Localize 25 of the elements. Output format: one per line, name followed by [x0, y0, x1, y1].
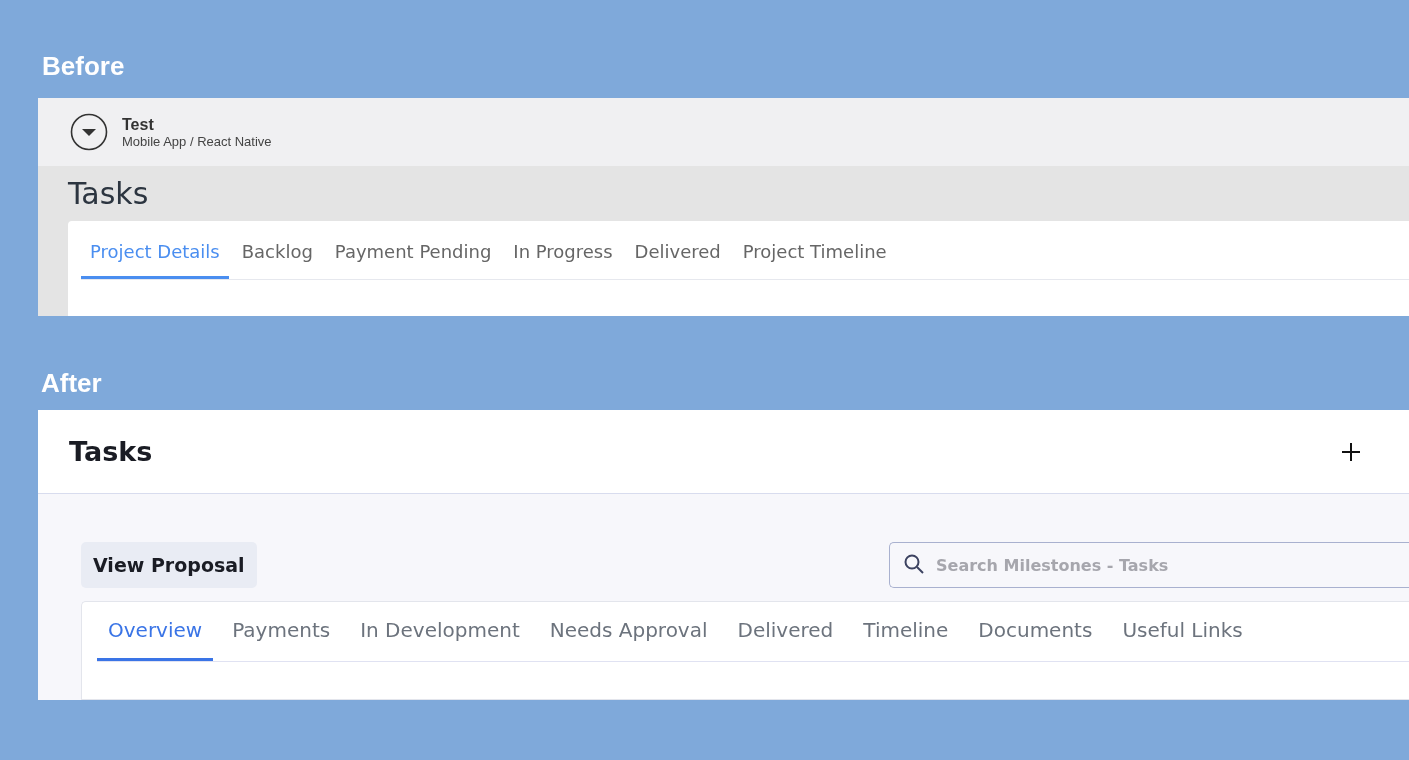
tab[interactable]: Overview [97, 608, 214, 661]
tab[interactable]: Timeline [852, 608, 960, 661]
page-title: Tasks [68, 176, 149, 211]
tab[interactable]: Project Details [81, 233, 229, 279]
tab[interactable]: In Progress [504, 233, 622, 279]
tab[interactable]: Payment Pending [325, 233, 501, 279]
tab[interactable]: Delivered [726, 608, 845, 661]
section-label: After [40, 366, 103, 400]
project-name: Test [122, 115, 155, 134]
project-path: Mobile App / React Native [122, 133, 272, 149]
view-proposal-button[interactable]: View Proposal [81, 542, 257, 588]
tab[interactable]: Delivered [625, 233, 730, 279]
search-icon [904, 554, 924, 574]
section-label: Before [41, 49, 126, 83]
tab[interactable]: Payments [221, 608, 342, 661]
search-field[interactable]: Search Milestones - Tasks [889, 542, 1409, 588]
tab[interactable]: Backlog [232, 233, 322, 279]
tab[interactable]: Documents [967, 608, 1104, 661]
tab[interactable]: In Development [349, 608, 531, 661]
tab[interactable]: Project Timeline [733, 233, 896, 279]
add-icon[interactable] [1341, 441, 1361, 462]
dropdown-icon[interactable] [70, 113, 108, 151]
tab[interactable]: Needs Approval [538, 608, 719, 661]
page-title: Tasks [69, 436, 153, 467]
tab[interactable]: Useful Links [1111, 608, 1254, 661]
